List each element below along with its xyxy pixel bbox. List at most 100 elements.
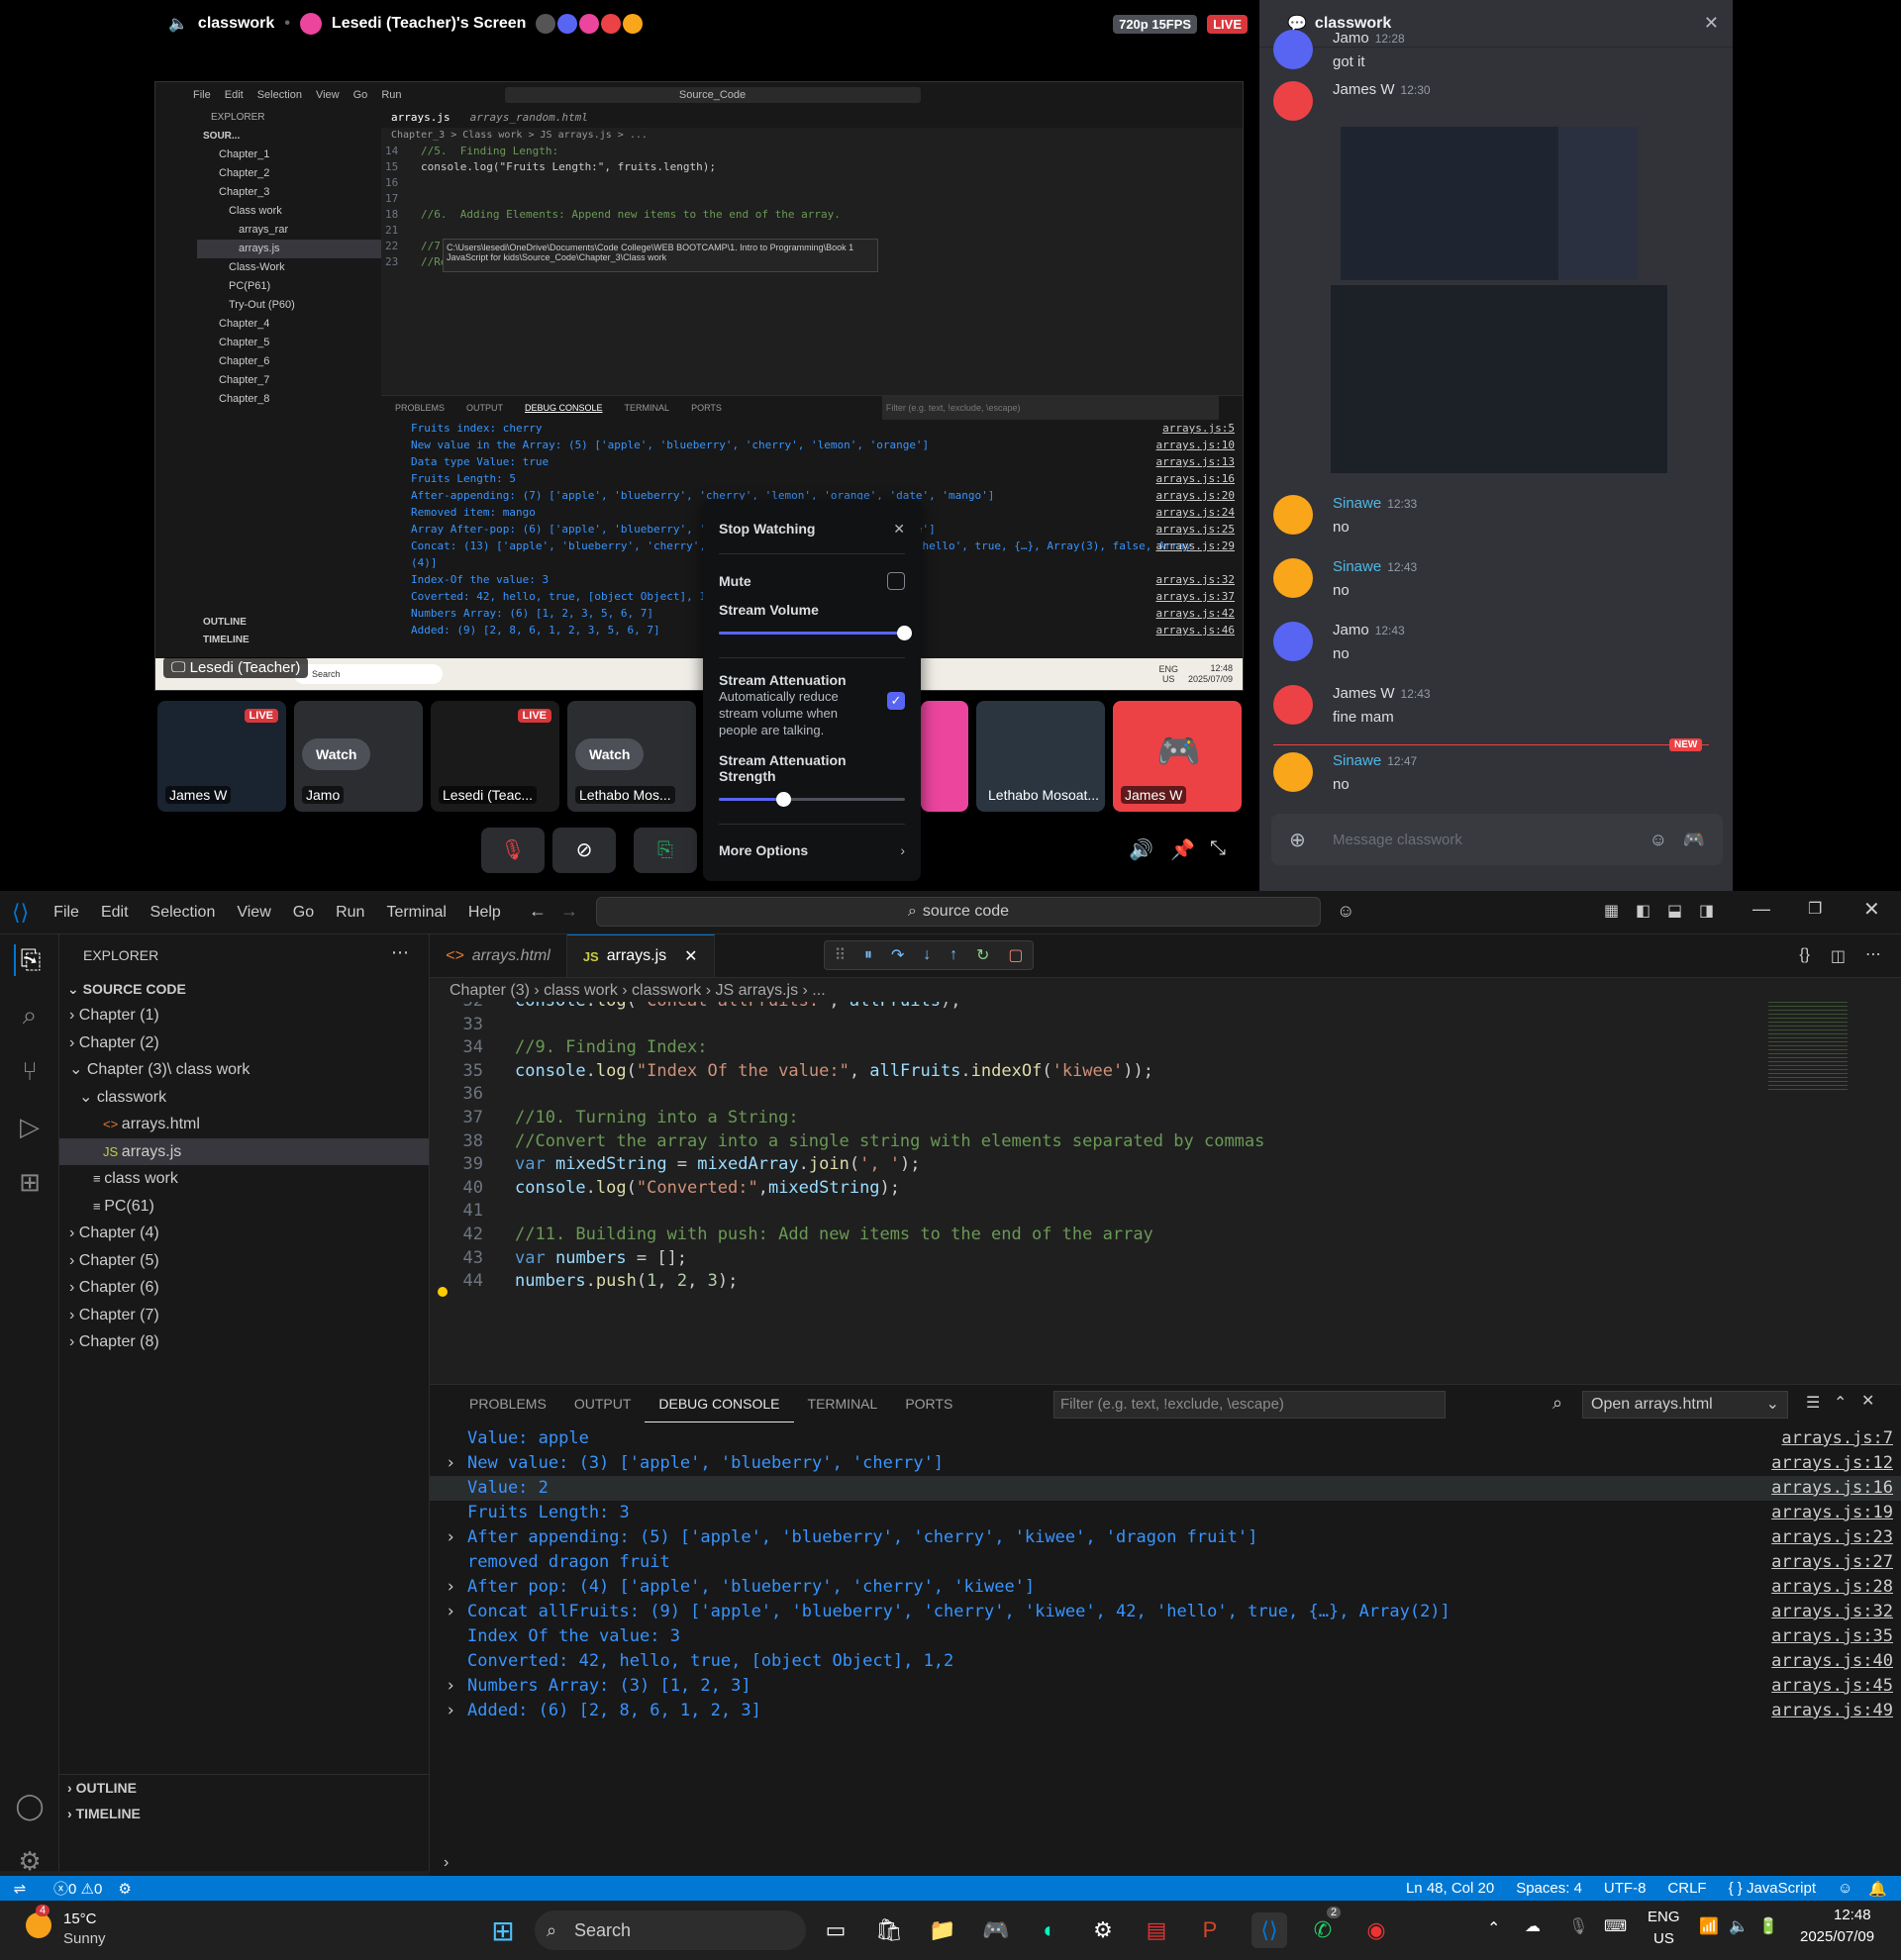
message-author[interactable]: Jamo 12:43 — [1333, 622, 1405, 638]
shared-console-source-link[interactable]: arrays.js:5 — [1162, 420, 1235, 437]
volume-icon[interactable]: 🔊 — [1129, 837, 1153, 862]
camera-button[interactable]: ⊘ — [552, 828, 616, 873]
tab-ports[interactable]: PORTS — [891, 1385, 966, 1422]
toggle-panel-icon[interactable]: ⬓ — [1667, 901, 1682, 921]
console-line[interactable]: › After pop: (4) ['apple', 'blueberry', '… — [430, 1575, 1901, 1600]
stop-watching-icon[interactable]: ✕ — [893, 521, 905, 538]
author-name[interactable]: Sinawe — [1333, 558, 1381, 575]
tab-output[interactable]: OUTPUT — [560, 1385, 646, 1422]
tree-item[interactable]: › Chapter (4) — [59, 1220, 429, 1247]
outline-section[interactable]: › OUTLINE — [67, 1780, 137, 1796]
watch-button[interactable]: Watch — [302, 738, 371, 770]
console-source-link[interactable]: arrays.js:40 — [1771, 1649, 1893, 1674]
stream-volume-slider[interactable] — [719, 624, 912, 643]
step-into-icon[interactable]: ↓ — [923, 946, 931, 964]
participant-tile-pink[interactable] — [921, 701, 968, 812]
expand-chevron-icon[interactable]: › — [446, 1600, 455, 1624]
console-source-link[interactable]: arrays.js:45 — [1771, 1674, 1893, 1699]
close-tab-icon[interactable]: ✕ — [684, 946, 697, 966]
command-center[interactable]: ⌕ source code — [596, 897, 1321, 927]
tree-item[interactable]: › Chapter (1) — [59, 1002, 429, 1029]
code-line[interactable]: 43 var numbers = []; — [430, 1247, 1776, 1271]
timeline-section[interactable]: › TIMELINE — [67, 1806, 141, 1821]
code-line[interactable]: 41 — [430, 1200, 1776, 1224]
avatar[interactable] — [1273, 685, 1313, 725]
console-line[interactable]: Value: apple arrays.js:7 — [430, 1426, 1901, 1451]
onedrive-icon[interactable]: ☁ — [1525, 1916, 1541, 1936]
code-line[interactable]: 35 console.log("Index Of the value:", all… — [430, 1060, 1776, 1084]
console-line[interactable]: › New value: (3) ['apple', 'blueberry', '… — [430, 1451, 1901, 1476]
console-line[interactable]: › Concat allFruits: (9) ['apple', 'bluebe… — [430, 1600, 1901, 1624]
task-view-icon[interactable]: ▭ — [818, 1912, 853, 1948]
console-line[interactable]: Value: 2 arrays.js:16 — [430, 1476, 1901, 1501]
exit-fullscreen-icon[interactable]: ⤡ — [1210, 837, 1226, 860]
breadcrumb-item[interactable]: JS arrays.js — [716, 982, 799, 999]
participant-tile[interactable]: LIVE James W — [157, 701, 286, 812]
tree-item[interactable]: › Chapter (7) — [59, 1302, 429, 1329]
line-ending[interactable]: CRLF — [1667, 1880, 1706, 1897]
code-editor[interactable]: 32 console.log("Concat allFruits:", allFr… — [430, 1002, 1776, 1289]
emoji-icon[interactable]: ☺ — [1650, 830, 1667, 850]
language-1[interactable]: ENG — [1648, 1909, 1680, 1925]
console-source-link[interactable]: arrays.js:35 — [1771, 1624, 1893, 1649]
share-screen-button[interactable]: ⎘ — [634, 828, 697, 873]
message-author[interactable]: Sinawe 12:33 — [1333, 495, 1417, 512]
settings-icon[interactable]: ⚙ — [1085, 1912, 1121, 1948]
participant-tile[interactable]: Watch Lethabo Mos... — [567, 701, 696, 812]
close-window-icon[interactable]: ✕ — [1863, 897, 1880, 922]
weather-sun-icon[interactable] — [26, 1912, 51, 1938]
remote-icon[interactable]: ⇌ — [0, 1880, 40, 1898]
console-source-link[interactable]: arrays.js:16 — [1771, 1476, 1893, 1501]
step-over-icon[interactable]: ↷ — [891, 945, 904, 965]
code-line[interactable]: 39 var mixedString = mixedArray.join(', '… — [430, 1153, 1776, 1177]
viewer-avatars[interactable] — [536, 14, 644, 34]
shared-console-source-link[interactable]: arrays.js:10 — [1156, 437, 1235, 453]
shared-console-source-link[interactable]: arrays.js:20 — [1156, 487, 1235, 504]
shared-console-source-link[interactable]: arrays.js:37 — [1156, 588, 1235, 605]
speaker-icon[interactable]: 🔈 — [1729, 1916, 1749, 1936]
encoding[interactable]: UTF-8 — [1604, 1880, 1647, 1897]
game-icon[interactable]: 🎮 — [1683, 830, 1705, 850]
discord-icon[interactable]: 🎮 — [978, 1912, 1014, 1948]
restart-icon[interactable]: ↻ — [976, 945, 989, 965]
indentation[interactable]: Spaces: 4 — [1516, 1880, 1582, 1897]
breadcrumb-item[interactable]: ... — [812, 982, 825, 999]
braces-icon[interactable]: {} — [1799, 946, 1810, 964]
tab-problems[interactable]: PROBLEMS — [455, 1385, 560, 1422]
powerpoint-icon[interactable]: P — [1192, 1912, 1228, 1948]
more-icon[interactable]: ⋯ — [1865, 944, 1881, 964]
participant-tile[interactable]: Watch Jamo — [294, 701, 423, 812]
breadcrumb-item[interactable]: class work — [544, 982, 618, 999]
code-line[interactable]: 32 console.log("Concat allFruits:", allFr… — [430, 1002, 1776, 1014]
language-mode[interactable]: { } JavaScript — [1729, 1880, 1816, 1897]
tree-item[interactable]: JS arrays.js — [59, 1137, 429, 1165]
launch-config-select[interactable]: Open arrays.html ⌄ — [1582, 1391, 1788, 1419]
menu-run[interactable]: Run — [325, 904, 375, 922]
console-line[interactable]: Index Of the value: 3 arrays.js:35 — [430, 1624, 1901, 1649]
tab-terminal[interactable]: TERMINAL — [794, 1385, 892, 1422]
breadcrumb-item[interactable]: Chapter (3) — [450, 982, 530, 999]
attachment-image[interactable] — [1341, 127, 1558, 280]
author-name[interactable]: Jamo — [1333, 30, 1369, 47]
shared-console-source-link[interactable]: arrays.js:46 — [1156, 622, 1235, 638]
keyboard-icon[interactable]: ⌨ — [1604, 1916, 1627, 1936]
tree-item[interactable]: › Chapter (5) — [59, 1247, 429, 1275]
code-line[interactable]: 34 //9. Finding Index: — [430, 1036, 1776, 1060]
step-out-icon[interactable]: ↑ — [950, 946, 957, 964]
clock-date[interactable]: 2025/07/09 — [1800, 1928, 1874, 1945]
tree-item[interactable]: › Chapter (6) — [59, 1274, 429, 1302]
drag-handle-icon[interactable]: ⠿ — [834, 945, 846, 965]
clear-console-icon[interactable]: ☰ — [1806, 1393, 1820, 1413]
add-attachment-icon[interactable]: ⊕ — [1289, 828, 1306, 852]
console-source-link[interactable]: arrays.js:27 — [1771, 1550, 1893, 1575]
search-icon[interactable]: ⌕ — [14, 1000, 46, 1031]
shared-console-source-link[interactable]: arrays.js:25 — [1156, 521, 1235, 538]
close-panel-icon[interactable]: ✕ — [1861, 1391, 1874, 1411]
console-line[interactable]: › Added: (6) [2, 8, 6, 1, 2, 3] arrays.js:… — [430, 1699, 1901, 1723]
author-name[interactable]: James W — [1333, 685, 1395, 702]
chrome-icon[interactable]: ◉ — [1358, 1912, 1394, 1948]
pin-icon[interactable]: 📌 — [1170, 837, 1195, 862]
console-filter-input[interactable]: Filter (e.g. text, !exclude, \escape) — [1053, 1391, 1446, 1419]
message-author[interactable]: James W 12:43 — [1333, 685, 1431, 702]
message-input[interactable]: ⊕ Message classwork ☺ 🎮 — [1271, 814, 1723, 865]
